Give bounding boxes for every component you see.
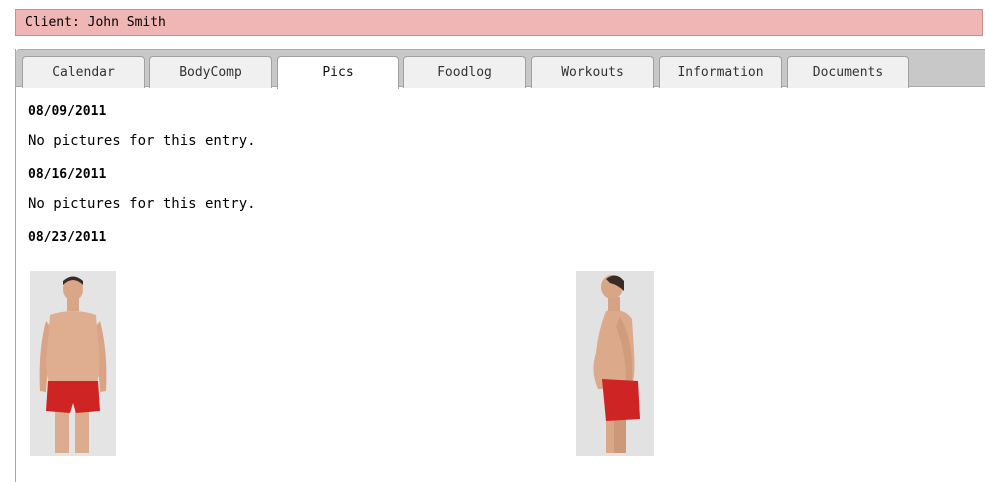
no-pictures-message: No pictures for this entry.: [28, 133, 256, 149]
tab-pics[interactable]: Pics: [277, 56, 399, 89]
front-view-figure: [30, 271, 116, 456]
pics-content: 08/09/2011 No pictures for this entry. 0…: [16, 87, 985, 482]
tab-information[interactable]: Information: [659, 56, 782, 88]
tab-panel: Calendar BodyComp Pics Foodlog Workouts …: [15, 49, 985, 482]
entry-date: 08/16/2011: [28, 167, 107, 182]
tab-bodycomp[interactable]: BodyComp: [149, 56, 272, 88]
side-view-photo[interactable]: [576, 271, 654, 456]
entry-date: 08/09/2011: [28, 104, 107, 119]
side-view-figure: [576, 271, 654, 456]
tab-calendar[interactable]: Calendar: [22, 56, 145, 88]
tab-workouts[interactable]: Workouts: [531, 56, 654, 88]
tab-strip: Calendar BodyComp Pics Foodlog Workouts …: [16, 49, 985, 89]
front-view-photo[interactable]: [30, 271, 116, 456]
entry-date: 08/23/2011: [28, 230, 107, 245]
no-pictures-message: No pictures for this entry.: [28, 196, 256, 212]
client-name-label: Client: John Smith: [25, 15, 166, 30]
client-header: Client: John Smith: [15, 9, 983, 36]
tab-documents[interactable]: Documents: [787, 56, 909, 88]
tab-foodlog[interactable]: Foodlog: [403, 56, 526, 88]
